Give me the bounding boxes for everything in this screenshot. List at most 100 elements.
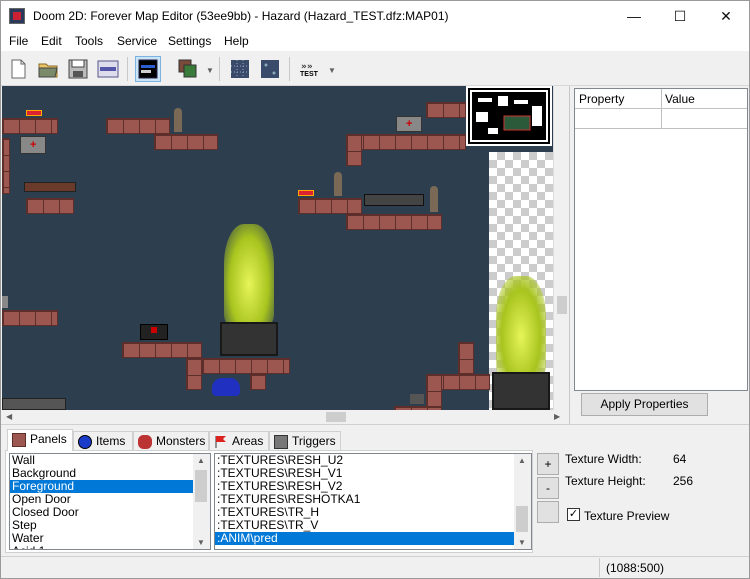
launcher-item[interactable] [364,194,424,206]
grid-button[interactable] [227,56,253,82]
tab-items[interactable]: Items [73,431,133,451]
menu-help[interactable]: Help [224,34,249,48]
shells-item[interactable] [26,110,42,116]
maximize-button[interactable]: ☐ [657,1,703,31]
trigger-icon [274,435,288,449]
acid-flame-sprite[interactable] [496,276,546,376]
tab-panels[interactable]: Panels [7,429,73,451]
wall-panel[interactable] [2,118,58,134]
property-grid[interactable]: Property Value [574,88,748,391]
wall-panel[interactable] [250,374,266,390]
panel-type-item[interactable]: Closed Door [10,506,210,519]
minimize-button[interactable]: — [611,1,657,31]
wall-panel[interactable] [26,198,74,214]
menu-tools[interactable]: Tools [75,34,103,48]
menu-edit[interactable]: Edit [41,34,62,48]
ammo-box-item[interactable] [410,394,424,404]
preview-mode-button[interactable] [135,56,161,82]
scroll-up-icon[interactable]: ▲ [518,456,526,465]
wall-panel[interactable] [426,102,466,118]
wall-panel[interactable] [458,342,474,374]
panel-type-list[interactable]: Wall Background Foreground Open Door Closed … [9,453,211,550]
map-info-button[interactable] [95,56,121,82]
map-horizontal-thumb[interactable] [326,412,346,422]
map-vertical-scrollbar[interactable] [553,86,569,410]
wall-panel[interactable] [122,342,202,358]
menu-service[interactable]: Service [117,34,157,48]
wall-panel[interactable] [346,134,466,150]
acid-flame-sprite[interactable] [224,224,274,324]
map-vertical-thumb[interactable] [557,296,567,314]
texture-thumb[interactable] [516,506,528,532]
wall-panel[interactable] [186,358,202,390]
tab-monsters[interactable]: Monsters [133,431,209,451]
apply-properties-button[interactable]: Apply Properties [581,393,708,416]
texture-list[interactable]: :TEXTURES\RESH_U2:TEXTURES\RESH_V1:TEXTU… [214,453,532,550]
wall-panel[interactable] [426,374,442,410]
texture-height-label: Texture Height: [565,474,646,488]
toolbar: ▼ »» TEST ▼ [1,52,749,86]
armor-item[interactable] [140,324,168,340]
texture-preview-label[interactable]: Texture Preview [584,509,669,523]
rocket-item[interactable] [174,108,182,132]
add-texture-button[interactable]: + [537,453,559,475]
rocket-item[interactable] [334,172,342,196]
texture-item[interactable]: :ANIM\pred [215,532,531,545]
map-canvas[interactable]: + + [2,86,569,410]
menu-bar: File Edit Tools Service Settings Help [1,31,749,51]
wall-panel[interactable] [346,214,442,230]
menu-file[interactable]: File [9,34,28,48]
test-map-button[interactable]: »» TEST [296,56,326,82]
horizontal-splitter[interactable] [1,424,749,428]
panel-type-thumb[interactable] [195,470,207,502]
minimap[interactable] [466,86,552,146]
medkit-item[interactable]: + [20,136,46,154]
shotgun-item[interactable] [24,182,76,192]
tab-triggers[interactable]: Triggers [269,431,341,451]
scroll-right-icon[interactable]: ▶ [554,412,560,421]
close-button[interactable]: ✕ [703,1,749,31]
layers-dropdown-icon[interactable]: ▼ [206,66,214,75]
snap-button[interactable] [257,56,283,82]
acid-pedestal[interactable] [492,372,550,410]
texture-preview-checkbox[interactable]: ✓ [567,508,580,521]
orb-icon [78,435,92,449]
texture-scrollbar[interactable]: ▲ ▼ [514,454,531,549]
property-column-header[interactable]: Property [579,92,624,106]
panel-type-item[interactable]: Acid 1 [10,545,210,550]
open-file-button[interactable] [35,56,61,82]
blue-armor-item[interactable] [212,378,240,396]
wall-panel[interactable] [202,358,290,374]
wall-panel[interactable] [2,310,58,326]
wall-panel[interactable] [106,118,170,134]
wall-panel[interactable] [298,198,362,214]
preview-monitor-icon [138,59,158,79]
scroll-down-icon[interactable]: ▼ [518,538,526,547]
tab-areas[interactable]: Areas [209,431,269,451]
small-item[interactable] [2,296,8,308]
scroll-up-icon[interactable]: ▲ [197,456,205,465]
value-column-header[interactable]: Value [665,92,695,106]
new-file-button[interactable] [5,56,31,82]
weapon-item[interactable] [2,398,66,410]
snap-icon [261,60,279,78]
map-horizontal-scrollbar[interactable]: ◀ ▶ [2,410,569,424]
shells-item[interactable] [298,190,314,196]
wall-panel[interactable] [346,134,362,166]
wall-panel[interactable] [154,134,218,150]
scroll-down-icon[interactable]: ▼ [197,538,205,547]
menu-settings[interactable]: Settings [168,34,211,48]
remove-texture-button[interactable]: - [537,477,559,499]
scroll-left-icon[interactable]: ◀ [6,412,12,421]
status-bar: (1088:500) [1,556,749,578]
panel-type-scrollbar[interactable]: ▲ ▼ [193,454,210,549]
test-dropdown-icon[interactable]: ▼ [328,66,336,75]
texture-action-button[interactable] [537,501,559,523]
acid-pedestal[interactable] [220,322,278,356]
vertical-splitter[interactable] [569,86,573,426]
rocket-item[interactable] [430,186,438,212]
layers-button[interactable] [175,56,201,82]
medkit-item[interactable]: + [396,116,422,132]
wall-panel[interactable] [2,138,10,194]
save-file-button[interactable] [65,56,91,82]
